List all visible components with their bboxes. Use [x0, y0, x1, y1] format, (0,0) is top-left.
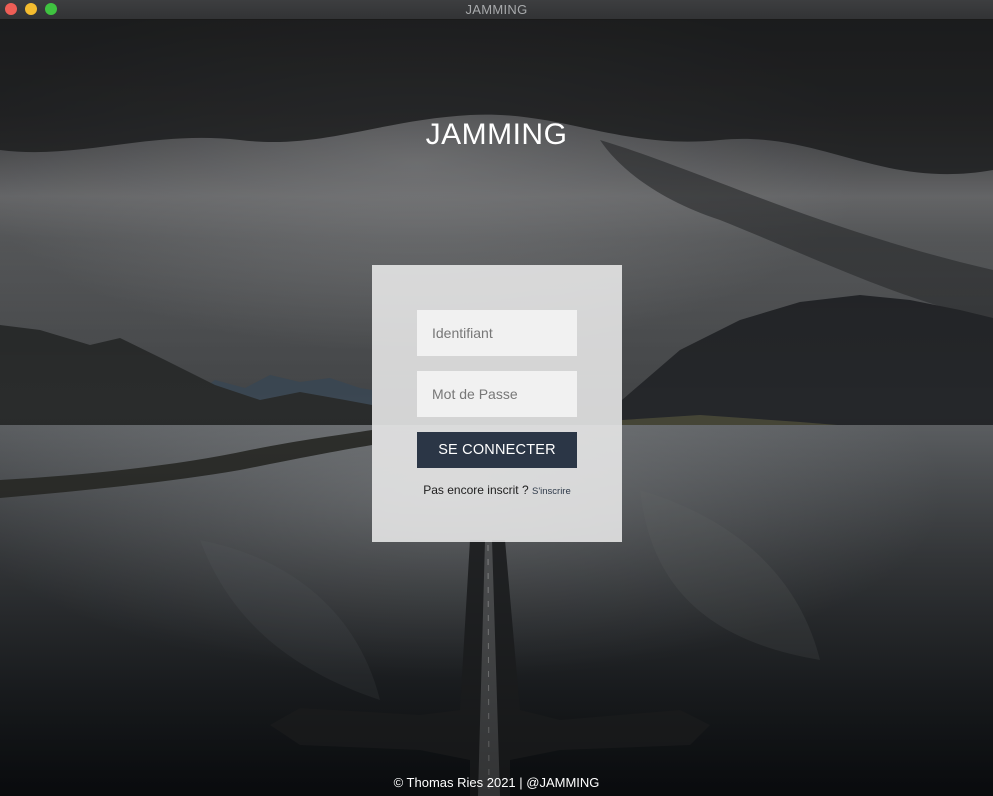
- signup-prompt-text: Pas encore inscrit ?: [423, 483, 529, 497]
- password-input[interactable]: [417, 371, 577, 417]
- login-form: SE CONNECTER Pas encore inscrit ? S'insc…: [372, 265, 622, 542]
- title-bar[interactable]: JAMMING: [0, 0, 993, 20]
- login-button[interactable]: SE CONNECTER: [417, 432, 577, 468]
- username-input[interactable]: [417, 310, 577, 356]
- footer-copyright: © Thomas Ries 2021 | @JAMMING: [393, 775, 600, 790]
- signup-prompt-line: Pas encore inscrit ? S'inscrire: [372, 483, 622, 497]
- app-title: JAMMING: [425, 118, 568, 151]
- signup-link[interactable]: S'inscrire: [532, 486, 571, 497]
- window-title: JAMMING: [465, 2, 528, 17]
- app-window: JAMMING JAMMING Identifiant SE CONNECTER…: [0, 0, 993, 796]
